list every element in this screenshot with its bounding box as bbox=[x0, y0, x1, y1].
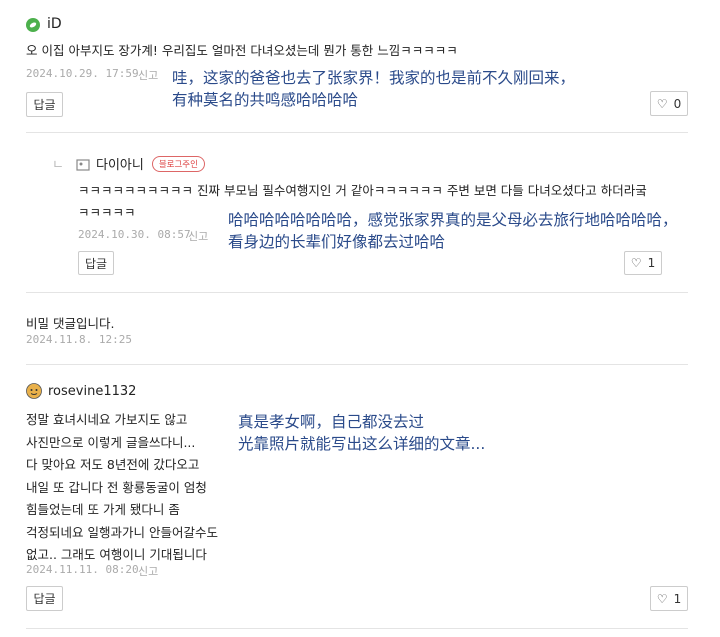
divider bbox=[26, 132, 688, 133]
comment-4-header: rosevine1132 bbox=[26, 383, 136, 399]
comment-1-report-link[interactable]: 신고 bbox=[138, 67, 158, 83]
comment-2-username[interactable]: 다이아니 bbox=[96, 154, 144, 173]
comment-1-header: iD bbox=[26, 16, 62, 32]
heart-icon: ♡ bbox=[630, 256, 642, 270]
comment-4-date: 2024.11.11. 08:20 bbox=[26, 563, 139, 576]
comment-4-annotation: 真是孝女啊，自己都没去过 光靠照片就能写出这么详细的文章... bbox=[238, 413, 486, 453]
green-leaf-avatar-icon bbox=[26, 17, 40, 32]
comment-2-like-button[interactable]: ♡ 1 bbox=[624, 251, 662, 275]
comment-4-like-button[interactable]: ♡ 1 bbox=[650, 586, 688, 611]
blog-owner-badge: 블로그주인 bbox=[151, 155, 205, 172]
comment-2-header: 다이아니 블로그주인 bbox=[76, 154, 205, 173]
comment-4-reply-button[interactable]: 답글 bbox=[26, 586, 63, 611]
comment-2-date: 2024.10.30. 08:57 bbox=[78, 228, 191, 241]
comment-1-date: 2024.10.29. 17:59 bbox=[26, 67, 139, 80]
comment-3-secret-text: 비밀 댓글입니다. bbox=[26, 316, 115, 331]
comment-3-date: 2024.11.8. 12:25 bbox=[26, 333, 132, 346]
comment-1-reply-button[interactable]: 답글 bbox=[26, 92, 63, 117]
comment-2-report-link[interactable]: 신고 bbox=[188, 228, 208, 244]
reply-indent-marker: ㄴ bbox=[52, 158, 64, 173]
heart-icon: ♡ bbox=[656, 96, 668, 111]
comment-4-like-count: 1 bbox=[673, 591, 682, 606]
comment-1-username[interactable]: iD bbox=[47, 16, 62, 32]
comment-4-report-link[interactable]: 신고 bbox=[138, 563, 158, 579]
comment-2-like-count: 1 bbox=[647, 256, 656, 270]
comment-2-annotation: 哈哈哈哈哈哈哈哈，感觉张家界真的是父母必去旅行地哈哈哈哈， 看身边的长辈们好像都… bbox=[228, 211, 678, 251]
divider bbox=[26, 364, 688, 365]
comment-1-annotation: 哇，这家的爸爸也去了张家界！我家的也是前不久刚回来， 有种莫名的共鸣感哈哈哈哈 bbox=[172, 69, 576, 109]
divider bbox=[26, 292, 688, 293]
comment-2-reply-button[interactable]: 답글 bbox=[78, 251, 114, 275]
comment-1-text: 오 이집 아부지도 장가계! 우리집도 얼마전 다녀오셨는데 뭔가 통한 느낌ㅋ… bbox=[26, 43, 458, 58]
heart-icon: ♡ bbox=[656, 591, 668, 606]
face-avatar-icon bbox=[26, 383, 42, 399]
comment-1-like-count: 0 bbox=[673, 96, 682, 111]
blog-avatar-icon bbox=[76, 157, 90, 171]
comment-4-text: 정말 효녀시네요 가보지도 않고 사진만으로 이렇게 글을쓰다니... 다 맞아… bbox=[26, 412, 218, 562]
comment-4-username[interactable]: rosevine1132 bbox=[48, 384, 136, 399]
comment-1-like-button[interactable]: ♡ 0 bbox=[650, 91, 688, 116]
divider bbox=[26, 628, 688, 629]
